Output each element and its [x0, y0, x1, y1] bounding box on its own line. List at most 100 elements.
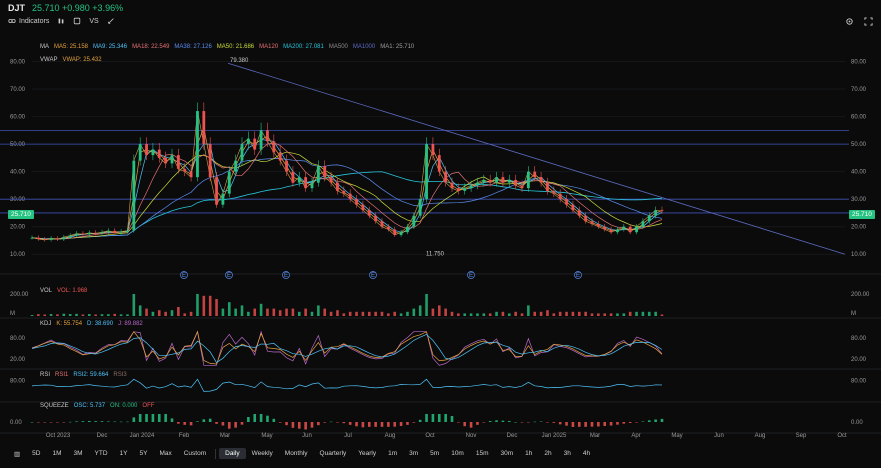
- squeeze-bar: [501, 420, 505, 422]
- squeeze-bar: [272, 418, 276, 422]
- squeeze-bar: [507, 421, 511, 422]
- candle-body: [310, 182, 314, 189]
- squeeze-bar: [240, 422, 244, 425]
- candle-body: [176, 155, 180, 169]
- volume-bar: [476, 313, 479, 316]
- range-5d-button[interactable]: 5D: [26, 448, 46, 459]
- x-axis-label: Sep: [796, 433, 807, 439]
- volume-bar: [157, 310, 161, 316]
- range-3m-button[interactable]: 3M: [68, 448, 89, 459]
- interval-monthly-button[interactable]: Monthly: [279, 448, 314, 459]
- interval-30m-button[interactable]: 30m: [495, 448, 520, 459]
- squeeze-bar: [425, 414, 428, 422]
- volume-bar: [628, 311, 632, 316]
- price-axis-label-left: 60.00: [10, 115, 26, 121]
- interval-1m-button[interactable]: 1m: [382, 448, 403, 459]
- candle-body: [628, 226, 632, 233]
- bar-type-button[interactable]: [57, 17, 65, 25]
- candle-body: [62, 237, 66, 240]
- candle-body: [374, 215, 378, 222]
- volume-bar: [266, 308, 269, 316]
- volume-bar: [527, 305, 530, 316]
- settings-button[interactable]: [845, 17, 854, 26]
- candle-body: [355, 199, 358, 205]
- volume-bar: [348, 311, 352, 316]
- interval-yearly-button[interactable]: Yearly: [352, 448, 382, 459]
- volume-bar: [590, 313, 594, 316]
- ma9-line: [31, 139, 663, 240]
- volume-bar: [253, 308, 257, 316]
- ma-legend-item: MA1: 25.710: [380, 44, 415, 50]
- volume-bar: [660, 314, 664, 316]
- candle-body: [138, 144, 142, 161]
- layout-button[interactable]: [73, 17, 81, 25]
- candle-body: [316, 166, 320, 183]
- candle-body: [196, 111, 199, 178]
- draw-button[interactable]: [107, 17, 115, 25]
- squeeze-bar: [431, 414, 435, 422]
- range-ytd-button[interactable]: YTD: [89, 448, 114, 459]
- x-axis-label: Aug: [755, 433, 766, 439]
- volume-bar: [380, 311, 384, 316]
- rsi-legend-item: RSI2: 59.664: [73, 372, 109, 378]
- volume-bar: [450, 311, 454, 316]
- volume-bar: [539, 311, 543, 316]
- squeeze-bar: [81, 421, 85, 422]
- candle-body: [507, 179, 511, 183]
- volume-bar: [603, 313, 607, 316]
- squeeze-bar: [367, 422, 371, 427]
- interval-4h-button[interactable]: 4h: [577, 448, 596, 459]
- interval-10m-button[interactable]: 10m: [445, 448, 470, 459]
- volume-bar: [616, 313, 619, 316]
- compare-button[interactable]: VS: [89, 18, 98, 25]
- price-change: 25.710 +0.980 +3.96%: [32, 3, 124, 13]
- indicators-button[interactable]: Indicators: [8, 17, 49, 25]
- stock-chart[interactable]: 80.00 80.00 70.00 70.00 60.00 60.00 50.00 50.00…: [0, 36, 881, 445]
- ma-legend-item: MA200: 27.081: [283, 44, 324, 50]
- squeeze-bar: [304, 422, 307, 430]
- candle-body: [202, 111, 206, 145]
- volume-bar: [164, 311, 167, 316]
- interval-5m-button[interactable]: 5m: [424, 448, 445, 459]
- range-custom-button[interactable]: Custom: [178, 448, 212, 459]
- interval-weekly-button[interactable]: Weekly: [246, 448, 279, 459]
- interval-quarterly-button[interactable]: Quarterly: [314, 448, 353, 459]
- ma-legend-item: MA50: 21.686: [216, 44, 255, 50]
- x-axis-label: Dec: [97, 433, 108, 439]
- volume-bar: [81, 314, 85, 316]
- squeeze-bar: [278, 422, 282, 423]
- event-marker-label: E: [469, 273, 473, 279]
- price-axis-label-right: 20.00: [851, 225, 867, 231]
- vol-axis-label: M: [851, 311, 856, 317]
- candle-body: [348, 193, 352, 200]
- interval-2h-button[interactable]: 2h: [538, 448, 557, 459]
- indicators-icon: [8, 19, 16, 23]
- volume-bar: [304, 308, 307, 316]
- candle-body: [367, 210, 371, 216]
- panel-toggle-icon[interactable]: ▥: [8, 448, 26, 460]
- interval-3m-button[interactable]: 3m: [403, 448, 424, 459]
- range-5y-button[interactable]: 5Y: [133, 448, 153, 459]
- candle-body: [635, 226, 638, 233]
- fullscreen-button[interactable]: [864, 17, 873, 26]
- squeeze-bar: [520, 422, 524, 423]
- rsi-legend-item: RSI3: [113, 372, 127, 378]
- squeeze-bar: [387, 422, 390, 427]
- interval-3h-button[interactable]: 3h: [558, 448, 577, 459]
- x-axis-label: Jul: [344, 433, 352, 439]
- interval-daily-button[interactable]: Daily: [219, 448, 246, 459]
- range-1m-button[interactable]: 1M: [46, 448, 67, 459]
- candle-body: [132, 160, 136, 231]
- candle-body: [246, 138, 250, 145]
- volume-bar: [577, 311, 581, 316]
- interval-1h-button[interactable]: 1h: [519, 448, 538, 459]
- candle-body: [100, 232, 104, 234]
- range-1y-button[interactable]: 1Y: [114, 448, 134, 459]
- candle-body: [596, 223, 600, 227]
- squeeze-legend-item: ON: 0.000: [110, 403, 138, 409]
- rsi-axis-label-left: 80.00: [10, 378, 26, 384]
- squeeze-bar: [151, 414, 155, 422]
- vol-legend: VOL VOL: 1.968: [40, 288, 92, 294]
- range-max-button[interactable]: Max: [153, 448, 177, 459]
- interval-15m-button[interactable]: 15m: [470, 448, 495, 459]
